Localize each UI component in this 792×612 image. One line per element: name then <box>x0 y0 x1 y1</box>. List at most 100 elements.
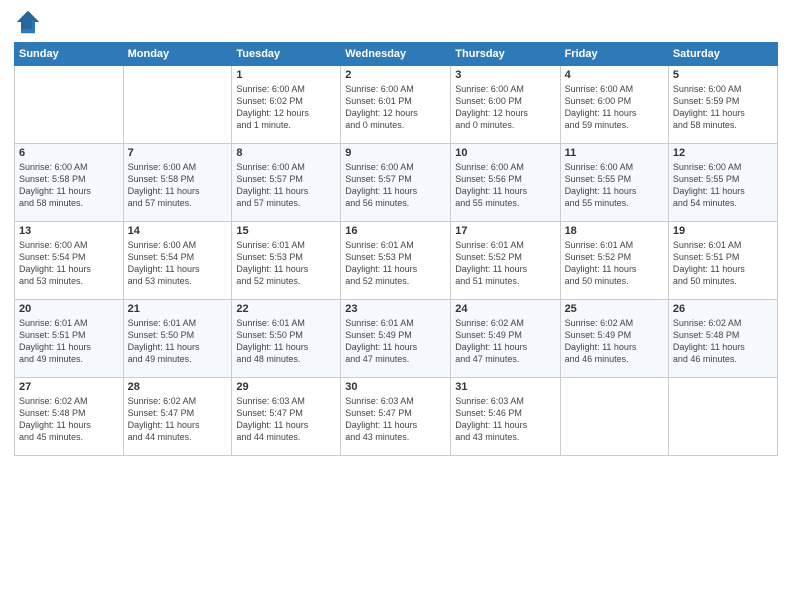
day-cell: 6 Sunrise: 6:00 AM Sunset: 5:58 PM Daylig… <box>15 144 124 222</box>
col-header-sunday: Sunday <box>15 43 124 66</box>
day-number: 5 <box>673 69 773 81</box>
day-cell: 20 Sunrise: 6:01 AM Sunset: 5:51 PM Dayli… <box>15 300 124 378</box>
day-info: Sunrise: 6:01 AM Sunset: 5:50 PM Dayligh… <box>128 317 228 366</box>
day-cell: 4 Sunrise: 6:00 AM Sunset: 6:00 PM Daylig… <box>560 66 668 144</box>
day-info: Sunrise: 6:00 AM Sunset: 5:56 PM Dayligh… <box>455 161 555 210</box>
day-info: Sunrise: 6:01 AM Sunset: 5:50 PM Dayligh… <box>236 317 336 366</box>
day-number: 16 <box>345 225 446 237</box>
day-cell: 27 Sunrise: 6:02 AM Sunset: 5:48 PM Dayli… <box>15 378 124 456</box>
day-info: Sunrise: 6:03 AM Sunset: 5:46 PM Dayligh… <box>455 395 555 444</box>
day-info: Sunrise: 6:00 AM Sunset: 6:02 PM Dayligh… <box>236 83 336 132</box>
day-info: Sunrise: 6:02 AM Sunset: 5:49 PM Dayligh… <box>455 317 555 366</box>
day-number: 26 <box>673 303 773 315</box>
day-info: Sunrise: 6:03 AM Sunset: 5:47 PM Dayligh… <box>345 395 446 444</box>
day-number: 27 <box>19 381 119 393</box>
day-info: Sunrise: 6:00 AM Sunset: 6:00 PM Dayligh… <box>455 83 555 132</box>
day-number: 11 <box>565 147 664 159</box>
day-cell <box>15 66 124 144</box>
day-number: 29 <box>236 381 336 393</box>
day-number: 20 <box>19 303 119 315</box>
day-number: 18 <box>565 225 664 237</box>
day-info: Sunrise: 6:02 AM Sunset: 5:48 PM Dayligh… <box>19 395 119 444</box>
logo-icon <box>14 8 42 36</box>
day-number: 7 <box>128 147 228 159</box>
day-cell: 13 Sunrise: 6:00 AM Sunset: 5:54 PM Dayli… <box>15 222 124 300</box>
day-cell: 1Sunrise: 6:00 AM Sunset: 6:02 PM Daylig… <box>232 66 341 144</box>
day-info: Sunrise: 6:00 AM Sunset: 5:57 PM Dayligh… <box>236 161 336 210</box>
day-info: Sunrise: 6:01 AM Sunset: 5:53 PM Dayligh… <box>345 239 446 288</box>
day-number: 17 <box>455 225 555 237</box>
day-info: Sunrise: 6:00 AM Sunset: 5:55 PM Dayligh… <box>673 161 773 210</box>
day-number: 6 <box>19 147 119 159</box>
day-info: Sunrise: 6:00 AM Sunset: 5:59 PM Dayligh… <box>673 83 773 132</box>
day-number: 2 <box>345 69 446 81</box>
day-cell: 7 Sunrise: 6:00 AM Sunset: 5:58 PM Daylig… <box>123 144 232 222</box>
day-cell: 29 Sunrise: 6:03 AM Sunset: 5:47 PM Dayli… <box>232 378 341 456</box>
day-cell: 8 Sunrise: 6:00 AM Sunset: 5:57 PM Daylig… <box>232 144 341 222</box>
day-info: Sunrise: 6:01 AM Sunset: 5:51 PM Dayligh… <box>19 317 119 366</box>
day-number: 8 <box>236 147 336 159</box>
col-header-saturday: Saturday <box>668 43 777 66</box>
day-number: 24 <box>455 303 555 315</box>
day-cell: 16 Sunrise: 6:01 AM Sunset: 5:53 PM Dayli… <box>341 222 451 300</box>
day-cell: 23Sunrise: 6:01 AM Sunset: 5:49 PM Dayli… <box>341 300 451 378</box>
day-info: Sunrise: 6:00 AM Sunset: 6:01 PM Dayligh… <box>345 83 446 132</box>
day-number: 21 <box>128 303 228 315</box>
day-cell: 3Sunrise: 6:00 AM Sunset: 6:00 PM Daylig… <box>451 66 560 144</box>
day-info: Sunrise: 6:00 AM Sunset: 6:00 PM Dayligh… <box>565 83 664 132</box>
col-header-monday: Monday <box>123 43 232 66</box>
day-cell: 30 Sunrise: 6:03 AM Sunset: 5:47 PM Dayli… <box>341 378 451 456</box>
day-info: Sunrise: 6:02 AM Sunset: 5:47 PM Dayligh… <box>128 395 228 444</box>
day-info: Sunrise: 6:02 AM Sunset: 5:49 PM Dayligh… <box>565 317 664 366</box>
week-row-3: 13 Sunrise: 6:00 AM Sunset: 5:54 PM Dayli… <box>15 222 778 300</box>
day-info: Sunrise: 6:01 AM Sunset: 5:49 PM Dayligh… <box>345 317 446 366</box>
day-cell: 12 Sunrise: 6:00 AM Sunset: 5:55 PM Dayli… <box>668 144 777 222</box>
col-header-wednesday: Wednesday <box>341 43 451 66</box>
day-info: Sunrise: 6:00 AM Sunset: 5:58 PM Dayligh… <box>128 161 228 210</box>
header-row: SundayMondayTuesdayWednesdayThursdayFrid… <box>15 43 778 66</box>
day-info: Sunrise: 6:03 AM Sunset: 5:47 PM Dayligh… <box>236 395 336 444</box>
col-header-friday: Friday <box>560 43 668 66</box>
week-row-1: 1Sunrise: 6:00 AM Sunset: 6:02 PM Daylig… <box>15 66 778 144</box>
day-cell <box>560 378 668 456</box>
day-cell: 2 Sunrise: 6:00 AM Sunset: 6:01 PM Daylig… <box>341 66 451 144</box>
day-info: Sunrise: 6:00 AM Sunset: 5:55 PM Dayligh… <box>565 161 664 210</box>
day-info: Sunrise: 6:01 AM Sunset: 5:51 PM Dayligh… <box>673 239 773 288</box>
day-cell: 14Sunrise: 6:00 AM Sunset: 5:54 PM Dayli… <box>123 222 232 300</box>
day-number: 15 <box>236 225 336 237</box>
day-number: 13 <box>19 225 119 237</box>
week-row-5: 27 Sunrise: 6:02 AM Sunset: 5:48 PM Dayli… <box>15 378 778 456</box>
week-row-2: 6 Sunrise: 6:00 AM Sunset: 5:58 PM Daylig… <box>15 144 778 222</box>
day-cell: 26 Sunrise: 6:02 AM Sunset: 5:48 PM Dayli… <box>668 300 777 378</box>
day-info: Sunrise: 6:00 AM Sunset: 5:57 PM Dayligh… <box>345 161 446 210</box>
day-info: Sunrise: 6:00 AM Sunset: 5:58 PM Dayligh… <box>19 161 119 210</box>
logo <box>14 10 42 36</box>
day-info: Sunrise: 6:01 AM Sunset: 5:52 PM Dayligh… <box>455 239 555 288</box>
day-number: 14 <box>128 225 228 237</box>
day-cell: 11 Sunrise: 6:00 AM Sunset: 5:55 PM Dayli… <box>560 144 668 222</box>
day-cell: 5 Sunrise: 6:00 AM Sunset: 5:59 PM Daylig… <box>668 66 777 144</box>
day-number: 31 <box>455 381 555 393</box>
day-cell: 10 Sunrise: 6:00 AM Sunset: 5:56 PM Dayli… <box>451 144 560 222</box>
day-cell: 21 Sunrise: 6:01 AM Sunset: 5:50 PM Dayli… <box>123 300 232 378</box>
week-row-4: 20 Sunrise: 6:01 AM Sunset: 5:51 PM Dayli… <box>15 300 778 378</box>
day-number: 10 <box>455 147 555 159</box>
day-cell: 24 Sunrise: 6:02 AM Sunset: 5:49 PM Dayli… <box>451 300 560 378</box>
day-cell: 28Sunrise: 6:02 AM Sunset: 5:47 PM Dayli… <box>123 378 232 456</box>
day-cell: 18 Sunrise: 6:01 AM Sunset: 5:52 PM Dayli… <box>560 222 668 300</box>
day-number: 30 <box>345 381 446 393</box>
day-info: Sunrise: 6:01 AM Sunset: 5:53 PM Dayligh… <box>236 239 336 288</box>
day-cell <box>123 66 232 144</box>
day-cell: 9 Sunrise: 6:00 AM Sunset: 5:57 PM Daylig… <box>341 144 451 222</box>
day-number: 9 <box>345 147 446 159</box>
day-cell: 22Sunrise: 6:01 AM Sunset: 5:50 PM Dayli… <box>232 300 341 378</box>
day-number: 12 <box>673 147 773 159</box>
header <box>14 10 778 36</box>
calendar-table: SundayMondayTuesdayWednesdayThursdayFrid… <box>14 42 778 456</box>
day-cell <box>668 378 777 456</box>
page-container: SundayMondayTuesdayWednesdayThursdayFrid… <box>0 0 792 464</box>
day-info: Sunrise: 6:02 AM Sunset: 5:48 PM Dayligh… <box>673 317 773 366</box>
day-number: 4 <box>565 69 664 81</box>
day-info: Sunrise: 6:00 AM Sunset: 5:54 PM Dayligh… <box>19 239 119 288</box>
day-info: Sunrise: 6:01 AM Sunset: 5:52 PM Dayligh… <box>565 239 664 288</box>
